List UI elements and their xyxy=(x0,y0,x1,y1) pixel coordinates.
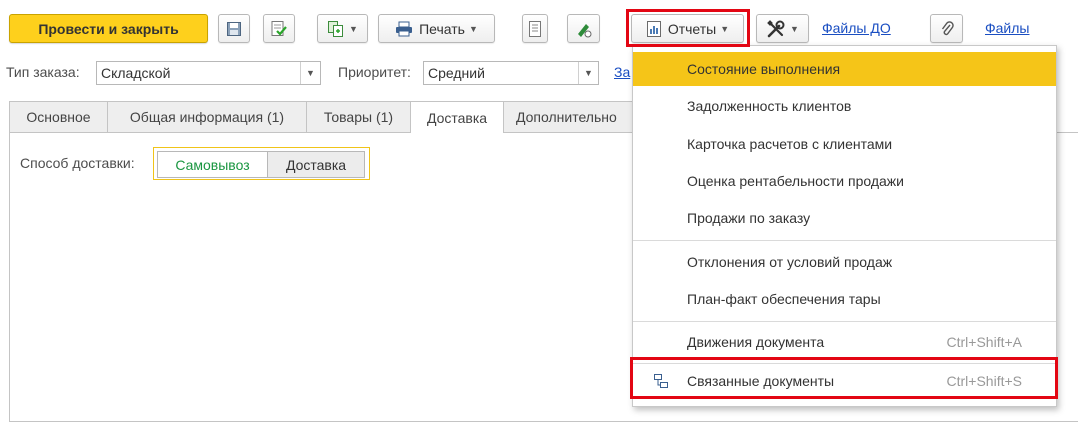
menu-item-label: Отклонения от условий продаж xyxy=(687,254,893,270)
related-documents-icon xyxy=(654,374,668,388)
paperclip-icon xyxy=(941,20,954,35)
chevron-down-icon[interactable]: ▼ xyxy=(300,62,320,84)
menu-item-shortcut: Ctrl+Shift+S xyxy=(946,373,1022,389)
print-button[interactable]: Печать ▼ xyxy=(378,14,495,43)
menu-item-execution-status[interactable]: Состояние выполнения xyxy=(633,52,1056,86)
menu-item-client-debt[interactable]: Задолженность клиентов xyxy=(633,89,1056,123)
menu-item-label: План-факт обеспечения тары xyxy=(687,291,881,307)
menu-item-sales-deviations[interactable]: Отклонения от условий продаж xyxy=(633,245,1056,279)
files-link[interactable]: Файлы xyxy=(985,20,1029,36)
priority-value: Средний xyxy=(428,65,485,81)
tab-goods[interactable]: Товары (1) xyxy=(306,101,411,132)
tab-main[interactable]: Основное xyxy=(9,101,108,132)
menu-item-document-movements[interactable]: Движения документа Ctrl+Shift+A xyxy=(633,325,1056,359)
menu-item-label: Продажи по заказу xyxy=(687,210,811,226)
tools-icon xyxy=(767,19,785,37)
post-document-button[interactable] xyxy=(263,14,295,43)
menu-item-client-settlement-card[interactable]: Карточка расчетов с клиентами xyxy=(633,127,1056,161)
truncated-link[interactable]: За xyxy=(614,64,630,80)
menu-item-label: Карточка расчетов с клиентами xyxy=(687,136,893,152)
reports-label: Отчеты xyxy=(667,20,717,37)
sign-button[interactable] xyxy=(567,14,600,43)
reports-dropdown-menu: Состояние выполнения Задолженность клиен… xyxy=(632,45,1057,407)
save-button[interactable] xyxy=(218,14,250,43)
post-and-close-button[interactable]: Провести и закрыть xyxy=(9,14,208,43)
attach-button[interactable] xyxy=(930,14,963,43)
order-type-value: Складской xyxy=(101,65,171,81)
order-type-field[interactable]: Складской ▼ xyxy=(96,61,321,85)
chevron-down-icon[interactable]: ▼ xyxy=(578,62,598,84)
chevron-down-icon: ▼ xyxy=(720,23,730,34)
menu-item-sales-by-order[interactable]: Продажи по заказу xyxy=(633,201,1056,235)
priority-label: Приоритет: xyxy=(338,64,411,80)
document-list-icon xyxy=(529,20,541,37)
tab-general-info[interactable]: Общая информация (1) xyxy=(107,101,307,132)
document-post-icon xyxy=(271,20,287,36)
reports-button[interactable]: Отчеты ▼ xyxy=(631,14,744,43)
priority-field[interactable]: Средний ▼ xyxy=(423,61,599,85)
delivery-option-pickup[interactable]: Самовывоз xyxy=(157,151,268,178)
menu-separator xyxy=(633,321,1056,322)
chevron-down-icon: ▼ xyxy=(790,23,799,34)
delivery-option-delivery[interactable]: Доставка xyxy=(267,151,365,178)
menu-item-label: Связанные документы xyxy=(687,373,835,389)
chevron-down-icon: ▼ xyxy=(349,23,358,34)
menu-item-label: Состояние выполнения xyxy=(687,61,841,77)
create-based-on-icon xyxy=(328,20,344,37)
tab-delivery[interactable]: Доставка xyxy=(410,101,504,133)
menu-item-label: Оценка рентабельности продажи xyxy=(687,173,904,189)
delivery-method-label: Способ доставки: xyxy=(20,155,135,171)
settings-button[interactable]: ▼ xyxy=(756,14,809,43)
structure-button[interactable] xyxy=(522,14,548,43)
menu-item-related-documents[interactable]: Связанные документы Ctrl+Shift+S xyxy=(633,364,1056,398)
menu-item-sale-profitability[interactable]: Оценка рентабельности продажи xyxy=(633,164,1056,198)
menu-separator xyxy=(633,240,1056,241)
menu-item-container-plan-fact[interactable]: План-факт обеспечения тары xyxy=(633,282,1056,316)
delivery-method-selector: Самовывоз Доставка xyxy=(153,147,370,180)
menu-item-label: Движения документа xyxy=(687,334,825,350)
printer-icon xyxy=(396,21,413,36)
tab-additional[interactable]: Дополнительно xyxy=(503,101,643,132)
create-based-on-button[interactable]: ▼ xyxy=(317,14,368,43)
order-type-label: Тип заказа: xyxy=(6,64,80,80)
pen-sign-icon xyxy=(577,23,591,37)
chevron-down-icon: ▼ xyxy=(468,23,478,34)
files-do-link[interactable]: Файлы ДО xyxy=(822,20,891,36)
report-icon xyxy=(646,20,661,37)
floppy-disk-icon xyxy=(227,21,241,36)
print-label: Печать xyxy=(419,20,465,37)
menu-item-label: Задолженность клиентов xyxy=(687,98,852,114)
menu-item-shortcut: Ctrl+Shift+A xyxy=(946,334,1022,350)
